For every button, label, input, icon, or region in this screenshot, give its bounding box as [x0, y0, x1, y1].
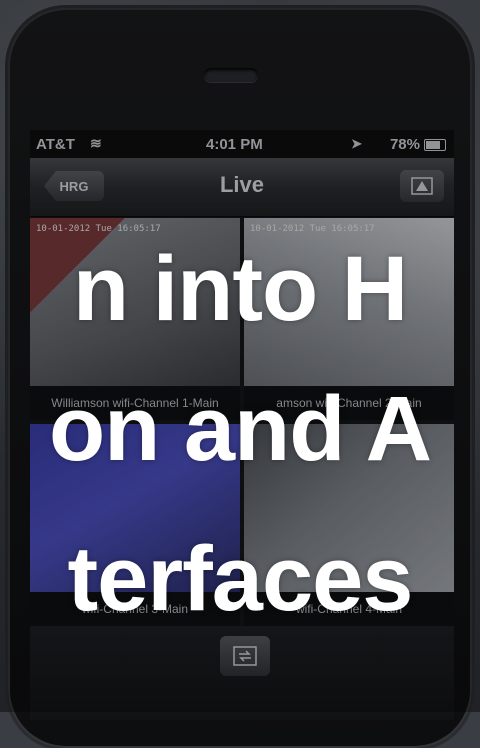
- overlay-line-1: n into H: [72, 238, 408, 340]
- overlay-line-3: terfaces: [67, 528, 414, 630]
- alert-button[interactable]: [400, 170, 444, 202]
- cycle-cameras-button[interactable]: [220, 636, 270, 676]
- battery-percent: 78%: [389, 136, 420, 153]
- camera-timestamp: 10-01-2012 Tue 16:05:17: [36, 224, 161, 234]
- warning-icon: [411, 177, 433, 195]
- carrier-label: AT&T: [36, 136, 75, 153]
- status-time: 4:01 PM: [206, 136, 263, 153]
- page-title: Live: [219, 172, 265, 197]
- wifi-icon: ≋: [90, 135, 102, 151]
- earpiece-speaker: [204, 68, 258, 82]
- navigation-bar: HRG Live: [30, 158, 454, 217]
- status-bar: AT&T ≋ 4:01 PM ➤ 78%: [30, 130, 454, 158]
- camera-timestamp: 10-01-2012 Tue 16:05:17: [250, 224, 375, 234]
- overlay-line-2: on and A: [48, 378, 432, 480]
- cycle-icon: [233, 646, 257, 666]
- bottom-toolbar: [30, 626, 454, 720]
- battery-icon: [424, 139, 446, 151]
- location-icon: ➤: [351, 136, 362, 151]
